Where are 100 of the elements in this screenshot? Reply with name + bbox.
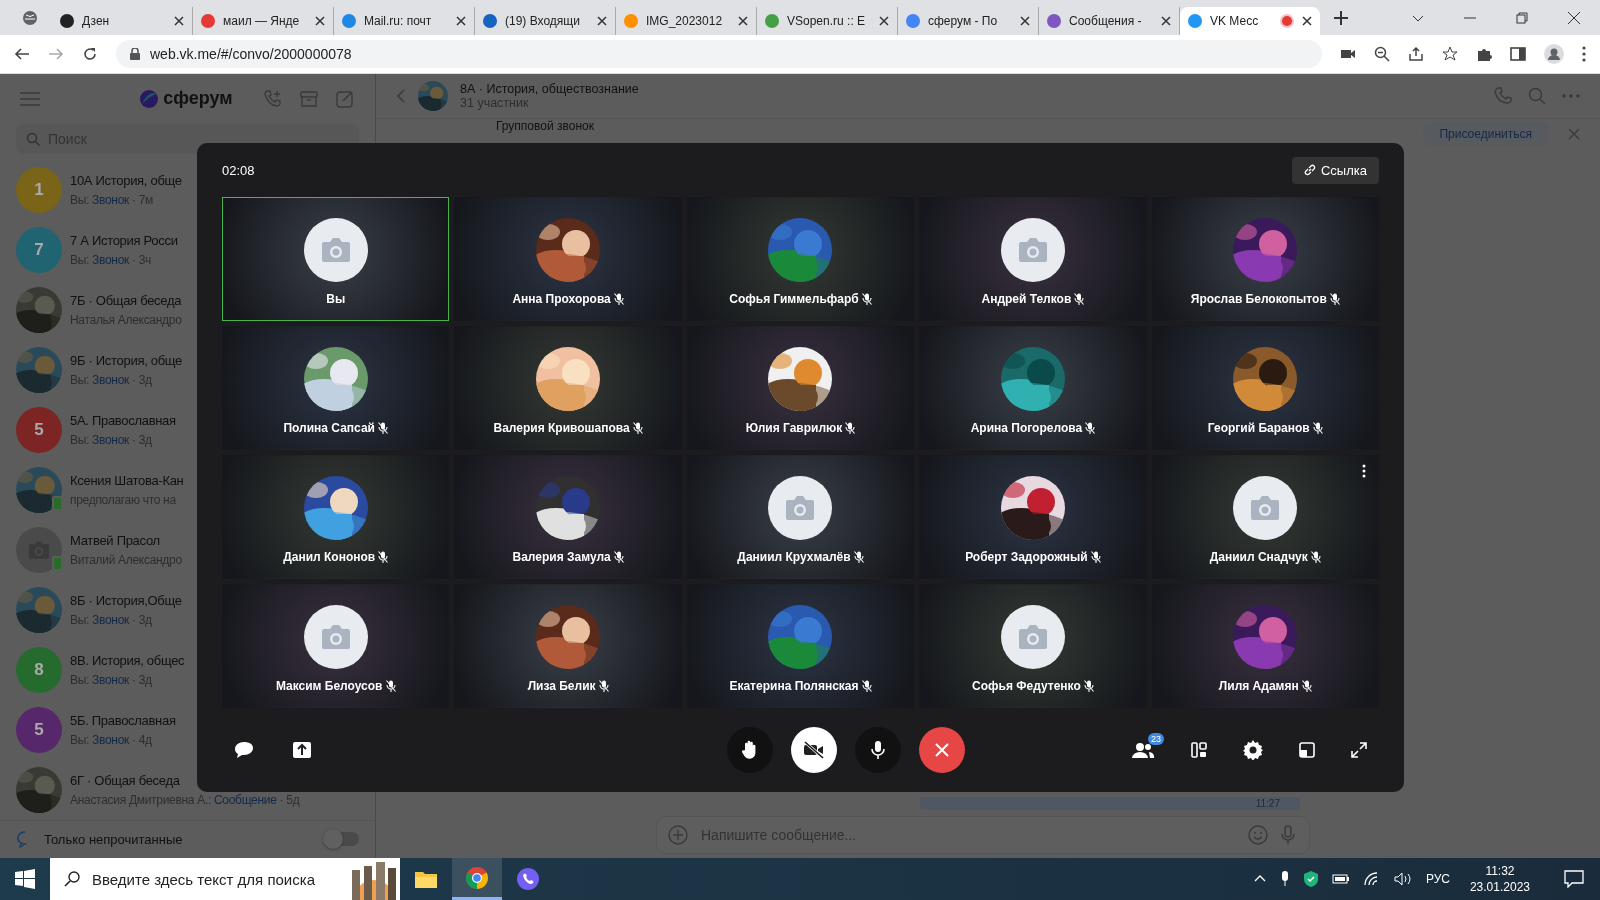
participant-tile[interactable]: Максим Белоусов — [222, 584, 450, 708]
close-icon[interactable] — [879, 16, 889, 26]
participant-tile[interactable]: Даниил Крухмалёв — [686, 455, 915, 579]
participant-name: Вы — [326, 292, 346, 306]
participant-tile[interactable]: Полина Сапсай — [222, 326, 450, 450]
participant-name: Лиля Адамян — [1218, 679, 1299, 693]
participant-tile[interactable]: Данил Кононов — [222, 455, 450, 579]
participant-tile[interactable]: Даниил Снадчук — [1151, 455, 1379, 579]
participant-tile[interactable]: Георгий Баранов — [1151, 326, 1379, 450]
participant-tile[interactable]: Юлия Гаврилюк — [686, 326, 915, 450]
participant-name: Максим Белоусов — [275, 679, 383, 693]
profile-icon[interactable] — [1544, 44, 1564, 64]
browser-tab[interactable]: Сообщения - — [1039, 7, 1180, 35]
toggle-switch[interactable] — [325, 832, 359, 847]
link-icon — [1303, 164, 1316, 176]
participant-tile[interactable]: Софья Гиммельфарб — [686, 197, 915, 321]
microphone-icon[interactable] — [1279, 871, 1290, 887]
chat-icon[interactable] — [234, 741, 254, 759]
participant-name: Данил Кононов — [283, 550, 376, 564]
browser-tab[interactable]: (19) Входящи — [475, 7, 616, 35]
message-type: Звонок — [92, 613, 129, 627]
browser-tab[interactable]: IMG_2023012 — [616, 7, 757, 35]
participant-tile[interactable]: Валерия Кривошапова — [454, 326, 682, 450]
browser-tab[interactable]: VK Месс — [1180, 7, 1320, 35]
message-type: Звонок — [92, 673, 129, 687]
close-icon[interactable] — [1161, 16, 1171, 26]
taskbar-search-field[interactable]: Введите здесь текст для поиска — [50, 858, 344, 900]
share-icon[interactable] — [1408, 46, 1424, 62]
participant-tile[interactable]: Андрей Телков — [919, 197, 1147, 321]
back-icon[interactable] — [14, 46, 30, 62]
link-button[interactable]: Ссылка — [1291, 156, 1379, 184]
folder-icon[interactable] — [414, 869, 438, 889]
screen-share-icon[interactable] — [292, 741, 312, 759]
participant-tile[interactable]: Лиза Белик — [454, 584, 682, 708]
puzzle-icon[interactable] — [1476, 46, 1492, 62]
browser-taskbar-button[interactable] — [452, 858, 502, 900]
participants-icon[interactable] — [1131, 741, 1155, 759]
globe-icon[interactable] — [22, 9, 38, 26]
participant-name: Роберт Задорожный — [965, 550, 1088, 564]
message-type: Звонок — [92, 373, 129, 387]
participant-name: Георгий Баранов — [1207, 421, 1310, 435]
participant-tile[interactable]: Ярослав Белокопытов — [1151, 197, 1379, 321]
settings-icon[interactable] — [1243, 740, 1263, 760]
picture-in-picture-icon[interactable] — [1299, 742, 1315, 758]
letter-avatar: 1 — [16, 167, 62, 213]
star-icon[interactable] — [1442, 46, 1458, 62]
participant-tile[interactable]: Валерия Замула — [454, 455, 682, 579]
participant-tile[interactable]: Софья Федутенко — [919, 584, 1147, 708]
participant-tile[interactable]: Роберт Задорожный — [919, 455, 1147, 579]
zoom-icon[interactable] — [1374, 46, 1390, 62]
close-icon[interactable] — [1302, 16, 1312, 26]
windows-start-icon[interactable] — [15, 869, 35, 889]
more-icon[interactable] — [1362, 464, 1366, 478]
raise-hand-button[interactable] — [726, 727, 773, 773]
camera-toggle-button[interactable] — [790, 727, 837, 773]
close-icon[interactable] — [315, 16, 325, 26]
new-tab-icon[interactable] — [1334, 10, 1348, 25]
sphere-logo-icon — [140, 90, 159, 108]
close-icon[interactable] — [738, 16, 748, 26]
reload-icon[interactable] — [82, 46, 98, 62]
address-bar[interactable]: web.vk.me/#/convo/2000000078 — [116, 40, 1322, 68]
speaker-icon[interactable] — [1393, 872, 1412, 886]
search-icon — [64, 871, 80, 887]
close-icon[interactable] — [174, 16, 184, 26]
close-icon[interactable] — [1568, 11, 1580, 24]
close-icon[interactable] — [1020, 16, 1030, 26]
more-icon[interactable] — [1582, 46, 1586, 62]
restore-icon[interactable] — [1516, 11, 1528, 24]
fullscreen-icon[interactable] — [1351, 742, 1367, 758]
microphone-button[interactable] — [854, 727, 901, 773]
end-call-button[interactable] — [918, 727, 965, 773]
participant-tile[interactable]: Вы — [222, 197, 450, 321]
letter-avatar: 5 — [16, 707, 62, 753]
browser-tab[interactable]: VSopen.ru :: E — [757, 7, 898, 35]
grid-layout-icon[interactable] — [1191, 742, 1207, 758]
message-type: Звонок — [92, 733, 129, 747]
close-icon[interactable] — [456, 16, 466, 26]
notification-icon[interactable] — [1564, 870, 1584, 888]
participant-name: Ярослав Белокопытов — [1190, 292, 1327, 306]
participant-name: Валерия Замула — [512, 550, 611, 564]
search-icon — [26, 132, 40, 146]
participant-tile[interactable]: Екатерина Полянская — [686, 584, 915, 708]
sidebar-icon[interactable] — [1510, 46, 1526, 62]
browser-tab[interactable]: Mail.ru: почт — [334, 7, 475, 35]
wifi-icon[interactable] — [1363, 872, 1380, 886]
participant-tile[interactable]: Арина Погорелова — [919, 326, 1147, 450]
battery-icon[interactable] — [1331, 873, 1350, 885]
shield-icon[interactable] — [1303, 871, 1318, 887]
camera-placeholder-icon — [16, 527, 62, 573]
participant-tile[interactable]: Анна Прохорова — [454, 197, 682, 321]
camera-off-icon — [802, 741, 825, 759]
keyboard-language[interactable]: РУС — [1425, 872, 1450, 886]
browser-tab[interactable]: маил — Янде — [193, 7, 334, 35]
close-icon[interactable] — [597, 16, 607, 26]
browser-tab[interactable]: сферум - По — [898, 7, 1039, 35]
browser-tab[interactable]: Дзен — [52, 7, 193, 35]
camera-placeholder-icon — [1000, 218, 1065, 282]
participant-tile[interactable]: Лиля Адамян — [1151, 584, 1379, 708]
phone-bubble-icon[interactable] — [516, 867, 540, 891]
message-type: Звонок — [92, 193, 129, 207]
